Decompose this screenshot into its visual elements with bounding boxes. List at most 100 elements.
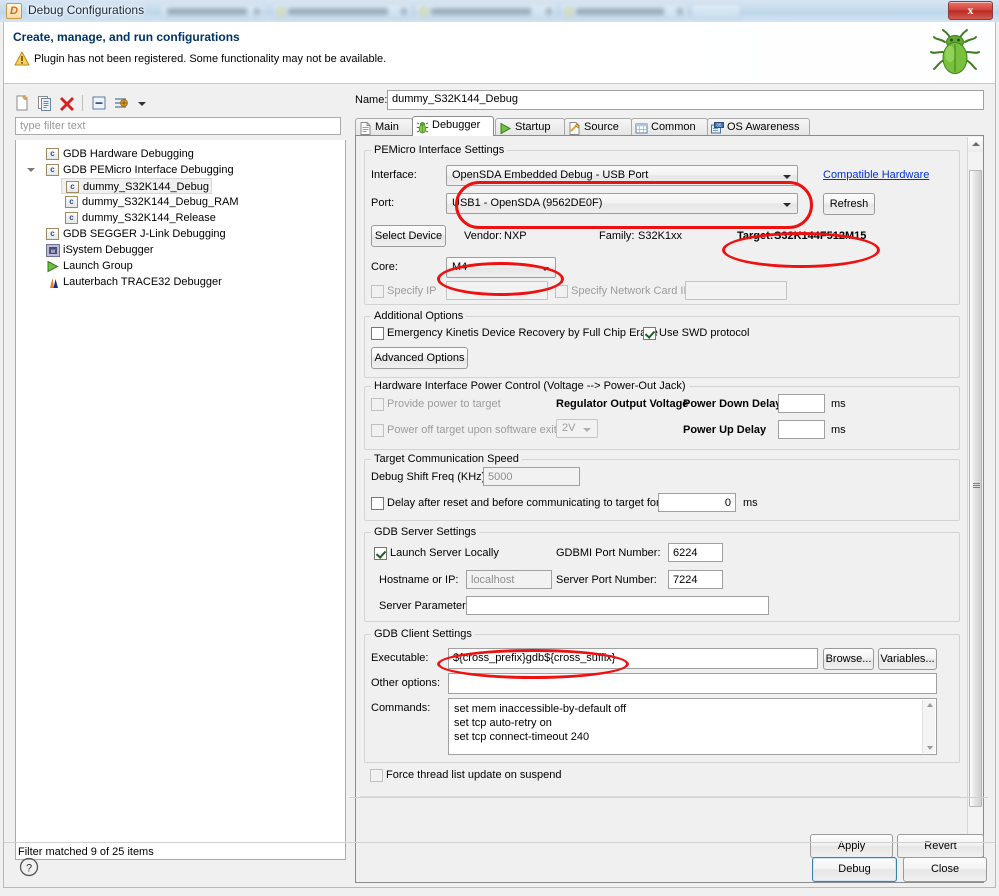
network-card-ip-input[interactable] xyxy=(685,281,787,300)
configuration-name-input[interactable]: dummy_S32K144_Debug xyxy=(387,90,984,110)
tab-main-label: Main xyxy=(375,121,399,133)
other-options-input[interactable] xyxy=(448,673,937,694)
compatible-hardware-link[interactable]: Compatible Hardware xyxy=(823,169,929,181)
content-scrollbar[interactable] xyxy=(967,137,983,882)
commands-textarea[interactable]: set mem inaccessible-by-default off set … xyxy=(448,698,937,755)
power-control-title: Hardware Interface Power Control (Voltag… xyxy=(371,380,689,392)
refresh-button[interactable]: Refresh xyxy=(823,193,875,215)
tree-item-dummy-s32k144-release[interactable]: c dummy_S32K144_Release xyxy=(16,210,345,226)
launch-server-locally-checkbox[interactable] xyxy=(374,547,387,560)
port-dropdown[interactable]: USB1 - OpenSDA (9562DE0F) xyxy=(446,193,798,214)
apply-button[interactable]: Apply xyxy=(810,834,893,858)
executable-input[interactable]: ${cross_prefix}gdb${cross_suffix} xyxy=(448,648,818,669)
delay-after-reset-checkbox[interactable] xyxy=(371,497,384,510)
specify-ip-input[interactable] xyxy=(446,281,548,300)
specify-ip-checkbox[interactable] xyxy=(371,285,384,298)
select-device-button[interactable]: Select Device xyxy=(371,225,446,247)
tab-main[interactable]: Main xyxy=(355,118,413,136)
hostname-label: Hostname or IP: xyxy=(379,574,459,586)
server-parameters-input[interactable] xyxy=(466,596,769,615)
debug-button[interactable]: Debug xyxy=(812,857,897,882)
window-title: Debug Configurations xyxy=(28,3,145,17)
advanced-options-button[interactable]: Advanced Options xyxy=(371,347,468,369)
interface-value: OpenSDA Embedded Debug - USB Port xyxy=(452,169,649,181)
tree-item-launch-group[interactable]: Launch Group xyxy=(16,258,345,274)
delay-after-reset-input[interactable]: 0 xyxy=(658,493,736,512)
force-thread-list-update-label: Force thread list update on suspend xyxy=(386,769,562,781)
browse-button[interactable]: Browse... xyxy=(823,648,874,670)
window-title-bar: D Debug Configurations x xyxy=(0,0,999,22)
chevron-down-icon[interactable] xyxy=(783,203,791,207)
tree-item-dummy-s32k144-debug[interactable]: c dummy_S32K144_Debug xyxy=(61,178,212,194)
tab-startup[interactable]: Startup xyxy=(495,118,565,136)
tree-item-gdb-hardware-debugging[interactable]: c GDB Hardware Debugging xyxy=(16,146,345,162)
launch-server-locally-label: Launch Server Locally xyxy=(390,547,499,559)
target-label: Target: xyxy=(737,230,774,242)
chevron-down-icon[interactable] xyxy=(783,175,791,179)
tab-os-awareness[interactable]: 05 OS Awareness xyxy=(707,118,810,136)
background-editor-tabs xyxy=(160,2,999,20)
chevron-down-icon[interactable] xyxy=(134,94,152,112)
tab-common[interactable]: Common xyxy=(631,118,708,136)
debug-shift-freq-input[interactable]: 5000 xyxy=(483,467,580,486)
interface-label: Interface: xyxy=(371,169,417,181)
family-value: S32K1xx xyxy=(638,230,683,242)
hostname-input[interactable]: localhost xyxy=(466,570,552,589)
isystem-icon: w xyxy=(46,244,60,257)
chevron-down-icon[interactable] xyxy=(541,267,549,271)
search-input[interactable]: type filter text xyxy=(15,117,341,135)
warning-message: Plugin has not been registered. Some fun… xyxy=(34,53,387,65)
family-label: Family: xyxy=(599,230,635,242)
configurations-tree[interactable]: c GDB Hardware Debugging c GDB PEMicro I… xyxy=(15,140,346,860)
emergency-recovery-checkbox[interactable] xyxy=(371,327,384,340)
common-tab-icon xyxy=(635,123,648,134)
revert-button[interactable]: Revert xyxy=(897,834,984,858)
toolbar-separator xyxy=(82,95,83,111)
specify-network-card-ip-checkbox[interactable] xyxy=(555,285,568,298)
chevron-down-icon[interactable] xyxy=(583,428,591,432)
scroll-up-button[interactable] xyxy=(968,137,983,152)
use-swd-protocol-checkbox[interactable] xyxy=(643,327,656,340)
close-button[interactable]: Close xyxy=(903,857,987,882)
target-value: S32K144F512M15 xyxy=(774,230,867,242)
tree-item-gdb-segger-jlink-debugging[interactable]: c GDB SEGGER J-Link Debugging xyxy=(16,226,345,242)
tree-item-dummy-s32k144-debug-ram[interactable]: c dummy_S32K144_Debug_RAM xyxy=(16,194,345,210)
use-swd-protocol-label: Use SWD protocol xyxy=(659,327,750,339)
server-port-input[interactable]: 7224 xyxy=(668,570,723,589)
tab-common-label: Common xyxy=(651,121,696,133)
delete-configuration-icon[interactable] xyxy=(58,94,76,112)
provide-power-checkbox[interactable] xyxy=(371,398,384,411)
comm-speed-title: Target Communication Speed xyxy=(371,453,522,465)
commands-label: Commands: xyxy=(371,702,431,714)
regulator-voltage-dropdown[interactable]: 2V xyxy=(556,419,598,438)
force-thread-list-update-checkbox[interactable] xyxy=(370,769,383,782)
commands-scrollbar[interactable] xyxy=(922,700,935,753)
twisty-expanded-icon[interactable] xyxy=(27,168,35,175)
gdb-client-title: GDB Client Settings xyxy=(371,628,475,640)
power-down-delay-input[interactable] xyxy=(778,394,825,413)
close-icon[interactable]: x xyxy=(948,1,993,20)
core-dropdown[interactable]: M4 xyxy=(446,257,556,278)
tab-debugger[interactable]: Debugger xyxy=(412,116,494,136)
tab-source[interactable]: Source xyxy=(564,118,632,136)
interface-dropdown[interactable]: OpenSDA Embedded Debug - USB Port xyxy=(446,165,798,186)
power-up-delay-unit: ms xyxy=(831,424,846,436)
gdbmi-port-input[interactable]: 6224 xyxy=(668,543,723,562)
new-configuration-icon[interactable] xyxy=(14,94,32,112)
startup-tab-icon xyxy=(500,122,512,135)
power-down-delay-label: Power Down Delay xyxy=(683,398,782,410)
debugger-tab-icon xyxy=(416,122,429,134)
configuration-editor: Name: dummy_S32K144_Debug Main Debugger … xyxy=(352,90,988,883)
page-title: Create, manage, and run configurations xyxy=(13,30,240,44)
power-off-exit-checkbox[interactable] xyxy=(371,424,384,437)
tree-item-isystem-debugger[interactable]: w iSystem Debugger xyxy=(16,242,345,258)
duplicate-configuration-icon[interactable] xyxy=(36,94,54,112)
tree-item-lauterbach-trace32-debugger[interactable]: Lauterbach TRACE32 Debugger xyxy=(16,274,345,290)
help-icon[interactable]: ? xyxy=(19,857,39,877)
filter-icon[interactable] xyxy=(112,94,130,112)
power-up-delay-input[interactable] xyxy=(778,420,825,439)
collapse-all-icon[interactable] xyxy=(90,94,108,112)
scrollbar-thumb[interactable] xyxy=(969,170,982,807)
tree-item-gdb-pemicro-interface-debugging[interactable]: c GDB PEMicro Interface Debugging xyxy=(16,162,345,178)
variables-button[interactable]: Variables... xyxy=(878,648,937,670)
